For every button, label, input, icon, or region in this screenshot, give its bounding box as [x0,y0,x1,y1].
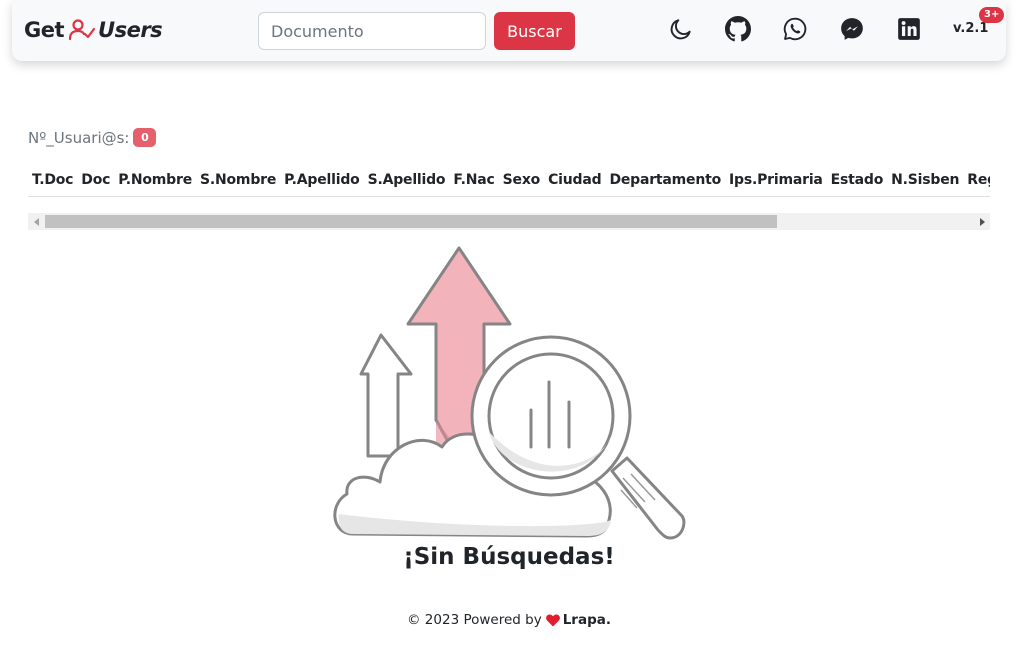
column-header[interactable]: S.Nombre [200,172,276,188]
column-header[interactable]: Regimen [967,172,990,188]
footer-author-link[interactable]: Lrapa. [563,612,611,628]
scroll-left-arrow-icon[interactable] [28,213,45,230]
column-header[interactable]: Departamento [609,172,721,188]
column-header[interactable]: P.Nombre [118,172,192,188]
column-header[interactable]: S.Apellido [368,172,446,188]
column-header[interactable]: T.Doc [32,172,73,188]
column-header[interactable]: N.Sisben [891,172,959,188]
column-header[interactable]: Ciudad [548,172,602,188]
moon-icon[interactable] [666,14,696,44]
footer: © 2023 Powered by Lrapa. [0,612,1018,628]
navbar: Get Users Buscar v.2.1 3+ [12,0,1006,61]
brand-text-get: Get [24,18,65,42]
heart-icon [545,613,560,626]
column-header[interactable]: F.Nac [453,172,494,188]
user-count-badge: 0 [133,128,157,147]
brand-logo[interactable]: Get Users [24,16,163,44]
footer-text: © 2023 Powered by [407,612,542,628]
column-header[interactable]: Doc [81,172,110,188]
version-label[interactable]: v.2.1 [953,21,988,36]
column-header[interactable]: Sexo [503,172,541,188]
version-badge: 3+ [979,7,1005,23]
github-icon[interactable] [723,14,753,44]
user-count: Nº_Usuari@s: 0 [28,128,157,147]
user-check-icon [68,19,96,41]
results-table: T.Doc Doc P.Nombre S.Nombre P.Apellido S… [28,166,990,197]
document-search-input[interactable] [258,12,486,50]
scroll-right-arrow-icon[interactable] [973,213,990,230]
user-count-label: Nº_Usuari@s: [28,128,130,147]
scrollbar-thumb[interactable] [45,215,777,228]
table-header-row: T.Doc Doc P.Nombre S.Nombre P.Apellido S… [28,166,990,194]
empty-search-illustration [333,246,686,540]
column-header[interactable]: Ips.Primaria [729,172,823,188]
messenger-icon[interactable] [837,14,867,44]
brand-text-users: Users [98,18,163,42]
column-header[interactable]: P.Apellido [284,172,360,188]
linkedin-icon[interactable] [894,14,924,44]
empty-state-title: ¡Sin Búsquedas! [403,544,615,570]
horizontal-scrollbar[interactable] [28,213,990,230]
column-header[interactable]: Estado [831,172,884,188]
search-button[interactable]: Buscar [494,12,575,50]
whatsapp-icon[interactable] [780,14,810,44]
